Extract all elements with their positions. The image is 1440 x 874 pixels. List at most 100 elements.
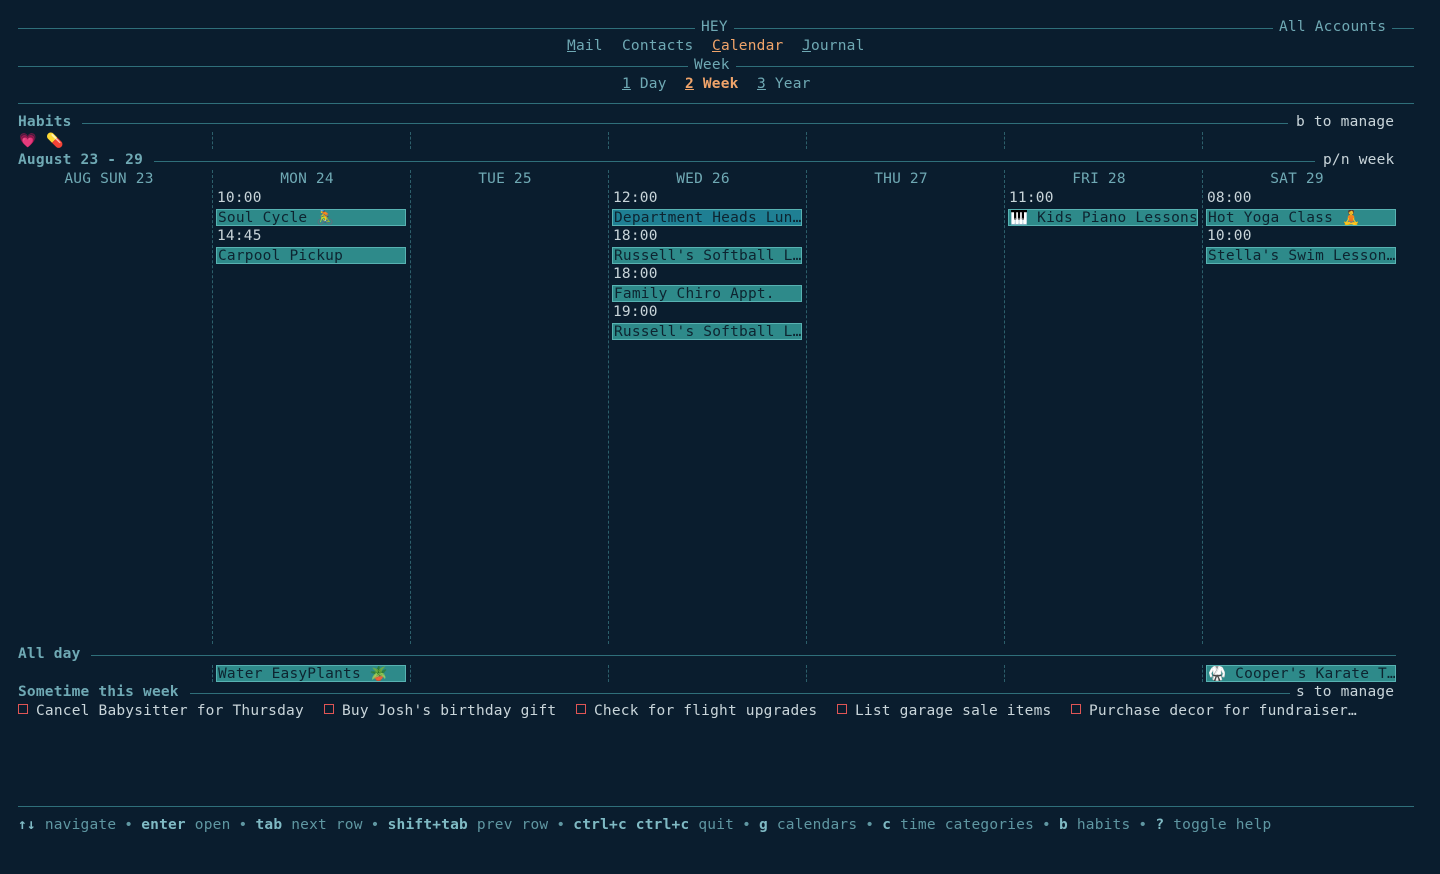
day-header-wed[interactable]: WED 26 — [608, 170, 798, 189]
task-checkbox[interactable] — [18, 704, 28, 714]
all-day-col-divider — [806, 665, 807, 682]
task-checkbox[interactable] — [576, 704, 586, 714]
all-day-col-divider — [1004, 665, 1005, 682]
help-key: c — [882, 817, 892, 833]
tab-journal[interactable]: Journal — [802, 37, 865, 56]
help-key: b — [1058, 817, 1068, 833]
help-desc: open — [194, 817, 231, 833]
task-label: Cancel Babysitter for Thursday — [36, 703, 304, 719]
help-key: g — [759, 817, 768, 833]
tab-journal-hotkey: J — [802, 38, 811, 54]
event-time: 14:45 — [217, 228, 262, 244]
view-week-label: Week — [702, 76, 739, 92]
sometime-title: Sometime this week — [18, 684, 179, 700]
day-header-mon[interactable]: MON 24 — [212, 170, 402, 189]
day-column-divider — [212, 170, 213, 644]
tab-calendar-label: alendar — [720, 38, 784, 54]
help-separator: • — [124, 817, 134, 833]
event-block[interactable]: Carpool Pickup — [216, 247, 406, 264]
day-header-thu[interactable]: THU 27 — [806, 170, 996, 189]
help-separator: • — [1042, 817, 1051, 833]
app-title: HEY — [695, 18, 734, 37]
event-block[interactable]: Russell's Softball L… — [612, 247, 802, 264]
day-header-sat[interactable]: SAT 29 — [1202, 170, 1392, 189]
all-day-event[interactable]: 🥋 Cooper's Karate T… — [1206, 665, 1396, 682]
all-day-title: All day — [18, 646, 81, 662]
task-checkbox[interactable] — [837, 704, 847, 714]
event-time: 12:00 — [613, 190, 658, 206]
task-item[interactable]: Cancel Babysitter for Thursday — [18, 702, 304, 721]
habit-heart-icon[interactable]: 💗 — [19, 132, 37, 151]
help-desc: calendars — [776, 817, 858, 833]
tab-contacts-label: Contacts — [622, 38, 694, 54]
view-title: Week — [688, 56, 736, 75]
week-range: August 23 - 29 — [18, 152, 144, 168]
tab-mail[interactable]: Mail — [567, 37, 603, 56]
day-column-divider — [410, 170, 411, 644]
day-header-fri[interactable]: FRI 28 — [1004, 170, 1194, 189]
view-year-label: Year — [774, 76, 811, 92]
event-time: 08:00 — [1207, 190, 1252, 206]
day-column-divider — [608, 170, 609, 644]
tab-calendar[interactable]: Calendar — [712, 37, 783, 56]
task-label: Purchase decor for fundraiser… — [1089, 703, 1357, 719]
all-day-event[interactable]: Water EasyPlants 🪴 — [216, 665, 406, 682]
habit-col-divider — [1202, 132, 1203, 149]
help-desc: time categories — [900, 817, 1035, 833]
task-checkbox[interactable] — [1071, 704, 1081, 714]
view-year[interactable]: 3 Year — [757, 75, 811, 94]
event-block[interactable]: Hot Yoga Class 🧘 — [1206, 209, 1396, 226]
task-checkbox[interactable] — [324, 704, 334, 714]
help-separator: • — [742, 817, 751, 833]
help-key: ctrl+c ctrl+c — [573, 817, 690, 833]
help-desc: navigate — [44, 817, 117, 833]
help-rule — [18, 806, 1414, 807]
task-label: List garage sale items — [855, 703, 1052, 719]
header-bottom-rule — [18, 103, 1414, 104]
day-header-sun[interactable]: AUG SUN 23 — [14, 170, 204, 189]
all-day-col-divider — [1202, 665, 1203, 682]
sometime-hint: s to manage — [1296, 684, 1395, 700]
task-item[interactable]: List garage sale items — [837, 702, 1051, 721]
accounts-selector[interactable]: All Accounts — [1273, 18, 1393, 37]
help-key: enter — [141, 817, 186, 833]
habits-rule — [82, 123, 1288, 124]
help-key: shift+tab — [387, 817, 468, 833]
tab-calendar-hotkey: C — [712, 38, 721, 54]
event-block-selected[interactable]: Department Heads Lun… — [612, 209, 802, 226]
habit-col-divider — [1004, 132, 1005, 149]
task-item[interactable]: Check for flight upgrades — [576, 702, 817, 721]
habit-pill-icon[interactable]: 💊 — [46, 132, 64, 151]
event-block[interactable]: Family Chiro Appt. — [612, 285, 802, 302]
all-day-col-divider — [212, 665, 213, 682]
event-time: 11:00 — [1009, 190, 1054, 206]
day-header-tue[interactable]: TUE 25 — [410, 170, 600, 189]
event-block[interactable]: Russell's Softball L… — [612, 323, 802, 340]
habits-title: Habits — [18, 114, 72, 130]
help-desc: next row — [291, 817, 363, 833]
help-separator: • — [556, 817, 566, 833]
view-day-label: Day — [639, 76, 667, 92]
task-item[interactable]: Buy Josh's birthday gift — [324, 702, 556, 721]
view-day[interactable]: 1 Day — [622, 75, 667, 94]
event-time: 18:00 — [613, 266, 658, 282]
view-week[interactable]: 2 Week — [685, 75, 739, 94]
habit-col-divider — [212, 132, 213, 149]
help-desc: toggle help — [1173, 817, 1272, 833]
tab-mail-label: ail — [575, 38, 603, 54]
help-separator: • — [370, 817, 380, 833]
event-block[interactable]: Soul Cycle 🚴 — [216, 209, 406, 226]
event-block[interactable]: Stella's Swim Lesson… — [1206, 247, 1396, 264]
help-desc: quit — [698, 817, 735, 833]
sometime-rule — [190, 693, 1290, 694]
event-block[interactable]: 🎹 Kids Piano Lessons — [1008, 209, 1198, 226]
habit-col-divider — [608, 132, 609, 149]
all-day-col-divider — [608, 665, 609, 682]
task-item[interactable]: Purchase decor for fundraiser… — [1071, 702, 1357, 721]
help-key: tab — [255, 817, 283, 833]
view-day-number: 1 — [622, 76, 631, 92]
view-year-number: 3 — [757, 76, 766, 92]
all-day-rule — [91, 655, 1396, 656]
habit-col-divider — [410, 132, 411, 149]
tab-contacts[interactable]: Contacts — [622, 37, 693, 56]
